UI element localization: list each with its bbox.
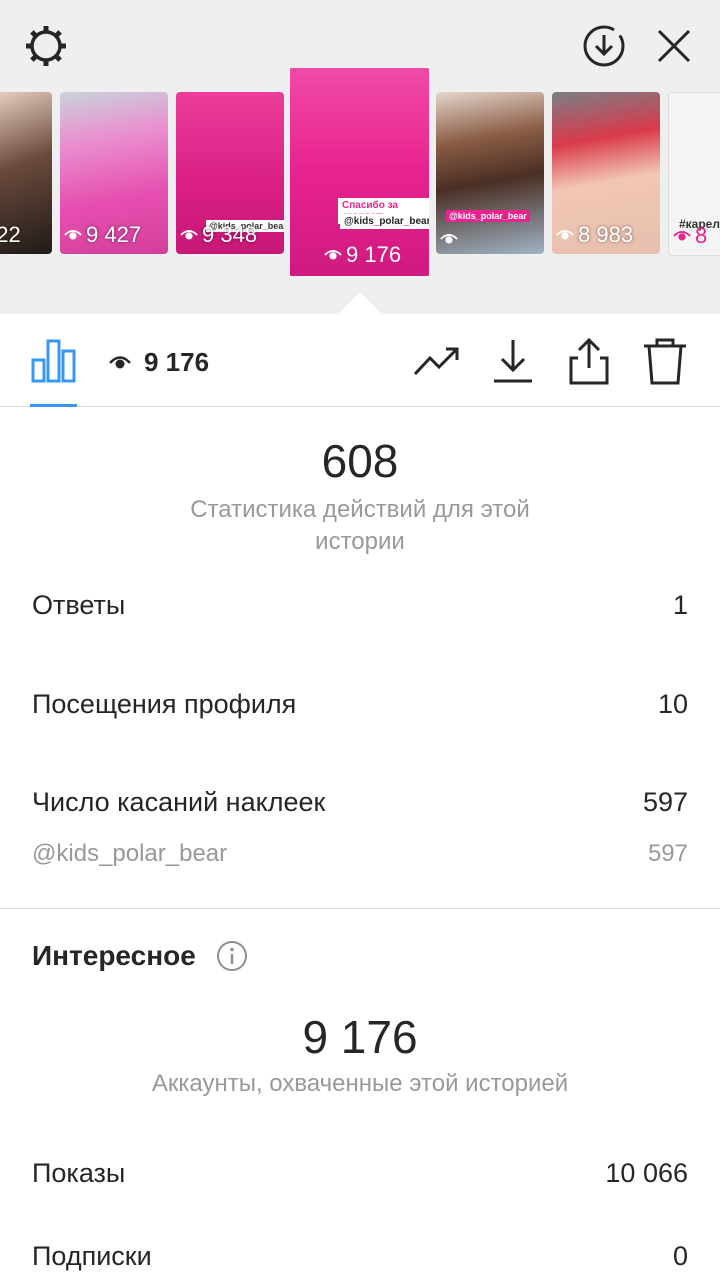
close-icon[interactable] [650, 22, 698, 70]
settings-gear-icon[interactable] [22, 22, 70, 70]
stat-label: Посещения профиля [32, 689, 297, 719]
insights-chart-icon[interactable] [30, 336, 78, 384]
sticker-label: @kids_polar_bear [446, 210, 530, 222]
eye-icon [673, 231, 691, 241]
sticker-label: @kids_polar_bear [340, 214, 429, 229]
info-icon[interactable] [216, 940, 248, 972]
story-thumbnail[interactable]: @kids_polar_bear 9 348 [176, 92, 284, 254]
stat-label: Ответы [32, 590, 126, 620]
stat-row-sticker-taps[interactable]: Число касаний наклеек 597 [32, 787, 688, 818]
reach-total: 9 176 [302, 1011, 418, 1063]
reach-caption: Аккаунты, охваченные этой историей [151, 1070, 569, 1097]
views-count: 8 [695, 223, 708, 248]
viewers-count-button[interactable]: 9 176 [108, 340, 209, 384]
eye-icon [109, 356, 131, 369]
story-archive-header: 622 9 427 @kids_polar_bear 9 348 @kids_p… [0, 0, 720, 314]
views-count: 8 983 [578, 222, 634, 247]
discovery-section-header: Интересное [32, 940, 248, 972]
eye-icon [440, 234, 458, 244]
section-title: Интересное [32, 940, 196, 971]
stat-value: 597 [642, 787, 688, 817]
stat-row-profile-visits[interactable]: Посещения профиля 10 [32, 689, 688, 720]
stat-label: Подписки [32, 1241, 152, 1271]
save-story-icon[interactable] [580, 22, 628, 70]
eye-icon [64, 230, 82, 240]
stat-value: 10 066 [605, 1158, 688, 1188]
eye-icon [556, 230, 574, 240]
eye-icon [180, 230, 198, 240]
stat-label: Число касаний наклеек [32, 787, 326, 817]
story-thumbnail[interactable]: 622 [0, 92, 52, 254]
views-count: 9 348 [202, 222, 258, 247]
stat-row-replies[interactable]: Ответы 1 [32, 590, 688, 621]
stat-row-impressions[interactable]: Показы 10 066 [32, 1158, 688, 1189]
actions-caption: Статистика действий для этой истории [190, 496, 530, 555]
views-count: 9 176 [144, 346, 210, 377]
story-thumbnail[interactable]: 9 427 [60, 92, 168, 254]
views-count: 622 [0, 222, 21, 247]
stat-label: Показы [32, 1158, 126, 1188]
stat-value: 597 [647, 840, 688, 867]
eye-icon [324, 250, 342, 260]
active-tab-indicator [30, 404, 77, 407]
actions-total: 608 [321, 435, 399, 487]
stat-value: 10 [657, 689, 688, 719]
views-count: 9 176 [346, 242, 402, 267]
section-divider [0, 908, 720, 909]
stat-value: 1 [672, 590, 688, 620]
stat-row-follows[interactable]: Подписки 0 [32, 1241, 688, 1272]
share-icon[interactable] [564, 336, 614, 386]
story-thumbnail[interactable]: 8 983 [552, 92, 660, 254]
stat-label: @kids_polar_bear [32, 840, 228, 867]
promote-trend-icon[interactable] [412, 336, 462, 386]
delete-trash-icon[interactable] [640, 336, 690, 386]
story-thumbnail[interactable]: #карел 8 [668, 92, 720, 256]
download-icon[interactable] [488, 336, 538, 386]
stat-value: 0 [672, 1241, 688, 1271]
selected-story-thumbnail[interactable]: Спасибо за скорость @kids_polar_bear 9 1… [290, 68, 429, 276]
story-thumbnail[interactable]: @kids_polar_bear [436, 92, 544, 254]
stat-row-sticker-mention[interactable]: @kids_polar_bear 597 [32, 840, 688, 868]
selection-caret [338, 292, 382, 314]
views-count: 9 427 [86, 222, 142, 247]
